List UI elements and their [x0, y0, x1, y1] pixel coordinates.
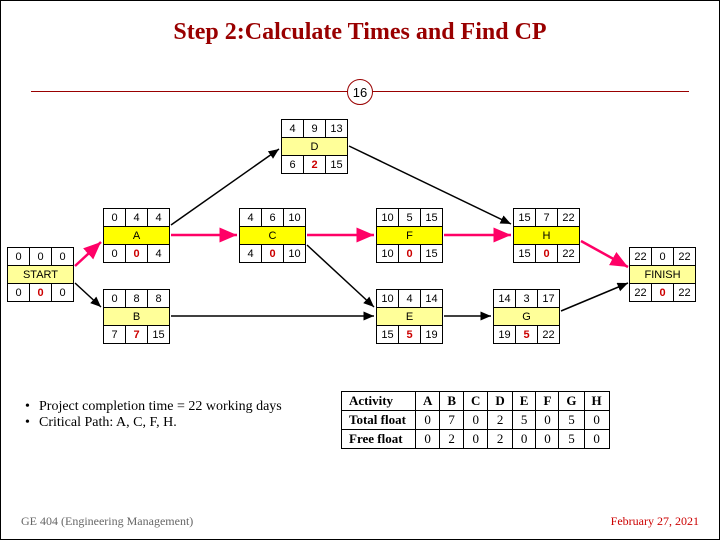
- table-row: Free float 02 02 00 50: [342, 430, 610, 449]
- page-number-badge: 16: [347, 79, 373, 105]
- node-e: 10414 E 15519: [376, 289, 443, 344]
- note-completion: Project completion time = 22 working day…: [39, 399, 282, 414]
- note-critical-path: Critical Path: A, C, F, H.: [39, 415, 177, 430]
- node-a: 044 A 004: [103, 208, 170, 263]
- footer: GE 404 (Engineering Management) February…: [21, 514, 699, 529]
- node-c: 4610 C 4010: [239, 208, 306, 263]
- node-h: 15722 H 15022: [513, 208, 580, 263]
- footer-date: February 27, 2021: [611, 514, 699, 529]
- activity-network-diagram: 000 START 000 044 A 004 088 B 7715 4913 …: [1, 111, 720, 351]
- node-g: 14317 G 19522: [493, 289, 560, 344]
- table-row: Total float 07 02 50 50: [342, 411, 610, 430]
- node-finish: 22022 FINISH 22022: [629, 247, 696, 302]
- table-row: Activity AB CD EF GH: [342, 392, 610, 411]
- node-b: 088 B 7715: [103, 289, 170, 344]
- notes: •Project completion time = 22 working da…: [25, 399, 282, 431]
- float-table: Activity AB CD EF GH Total float 07 02 5…: [341, 391, 610, 449]
- node-f: 10515 F 10015: [376, 208, 443, 263]
- node-start: 000 START 000: [7, 247, 74, 302]
- footer-course: GE 404 (Engineering Management): [21, 514, 193, 529]
- node-d: 4913 D 6215: [281, 119, 348, 174]
- page-title: Step 2:Calculate Times and Find CP: [13, 19, 707, 46]
